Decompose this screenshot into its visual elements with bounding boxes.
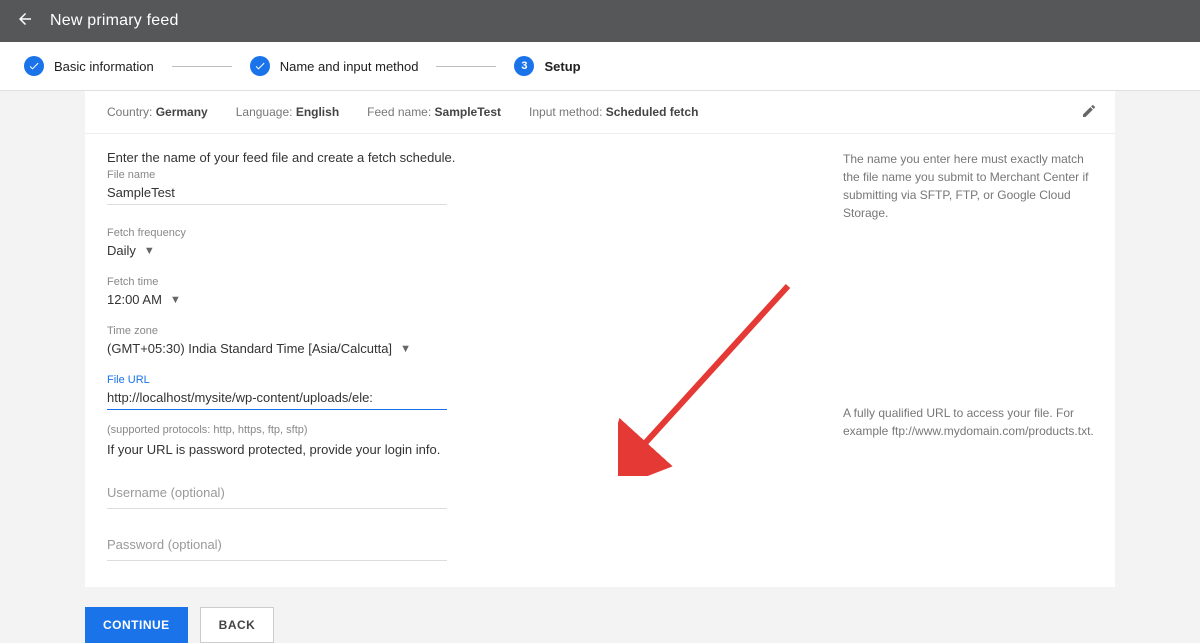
- summary-country: Country: Germany: [107, 105, 208, 119]
- step-label: Basic information: [54, 59, 154, 74]
- step-divider: [172, 66, 232, 67]
- step-divider: [436, 66, 496, 67]
- stepper: Basic information Name and input method …: [0, 42, 1200, 91]
- time-select[interactable]: 12:00 AM ▼: [107, 288, 803, 311]
- time-field[interactable]: Fetch time 12:00 AM ▼: [107, 276, 803, 311]
- step-basic[interactable]: Basic information: [24, 56, 154, 76]
- chevron-down-icon: ▼: [400, 343, 411, 355]
- page-title: New primary feed: [50, 12, 179, 30]
- back-arrow-icon[interactable]: [16, 10, 34, 33]
- filename-label: File name: [107, 169, 803, 181]
- timezone-select[interactable]: (GMT+05:30) India Standard Time [Asia/Ca…: [107, 337, 803, 360]
- back-button[interactable]: Back: [200, 607, 275, 643]
- app-header: New primary feed: [0, 0, 1200, 42]
- summary-method: Input method: Scheduled fetch: [529, 105, 698, 119]
- frequency-select[interactable]: Daily ▼: [107, 239, 803, 262]
- step-label: Name and input method: [280, 59, 419, 74]
- setup-panel: Enter the name of your feed file and cre…: [85, 134, 1115, 587]
- help-panel: The name you enter here must exactly mat…: [825, 134, 1115, 587]
- summary-feedname: Feed name: SampleTest: [367, 105, 501, 119]
- help-url: A fully qualified URL to access your fil…: [843, 404, 1097, 440]
- filename-input[interactable]: SampleTest: [107, 181, 447, 205]
- username-input[interactable]: Username (optional): [107, 477, 447, 509]
- filename-field[interactable]: File name SampleTest: [107, 169, 803, 205]
- help-filename: The name you enter here must exactly mat…: [843, 150, 1097, 222]
- password-hint: If your URL is password protected, provi…: [107, 442, 803, 457]
- timezone-field[interactable]: Time zone (GMT+05:30) India Standard Tim…: [107, 325, 803, 360]
- check-icon: [250, 56, 270, 76]
- footer-actions: Continue Back: [85, 607, 1115, 643]
- form-intro: Enter the name of your feed file and cre…: [107, 150, 803, 165]
- file-url-field[interactable]: File URL http://localhost/mysite/wp-cont…: [107, 374, 803, 410]
- chevron-down-icon: ▼: [144, 245, 155, 257]
- protocols-hint: (supported protocols: http, https, ftp, …: [107, 424, 803, 436]
- password-input[interactable]: Password (optional): [107, 529, 447, 561]
- step-label: Setup: [544, 59, 580, 74]
- step-setup[interactable]: 3 Setup: [514, 56, 580, 76]
- file-url-label: File URL: [107, 374, 803, 386]
- step-name[interactable]: Name and input method: [250, 56, 419, 76]
- chevron-down-icon: ▼: [170, 294, 181, 306]
- summary-language: Language: English: [236, 105, 339, 119]
- time-label: Fetch time: [107, 276, 803, 288]
- frequency-label: Fetch frequency: [107, 227, 803, 239]
- frequency-field[interactable]: Fetch frequency Daily ▼: [107, 227, 803, 262]
- timezone-label: Time zone: [107, 325, 803, 337]
- edit-icon[interactable]: [1081, 103, 1097, 122]
- file-url-input[interactable]: http://localhost/mysite/wp-content/uploa…: [107, 386, 447, 410]
- summary-bar: Country: Germany Language: English Feed …: [85, 91, 1115, 134]
- continue-button[interactable]: Continue: [85, 607, 188, 643]
- check-icon: [24, 56, 44, 76]
- step-number-icon: 3: [514, 56, 534, 76]
